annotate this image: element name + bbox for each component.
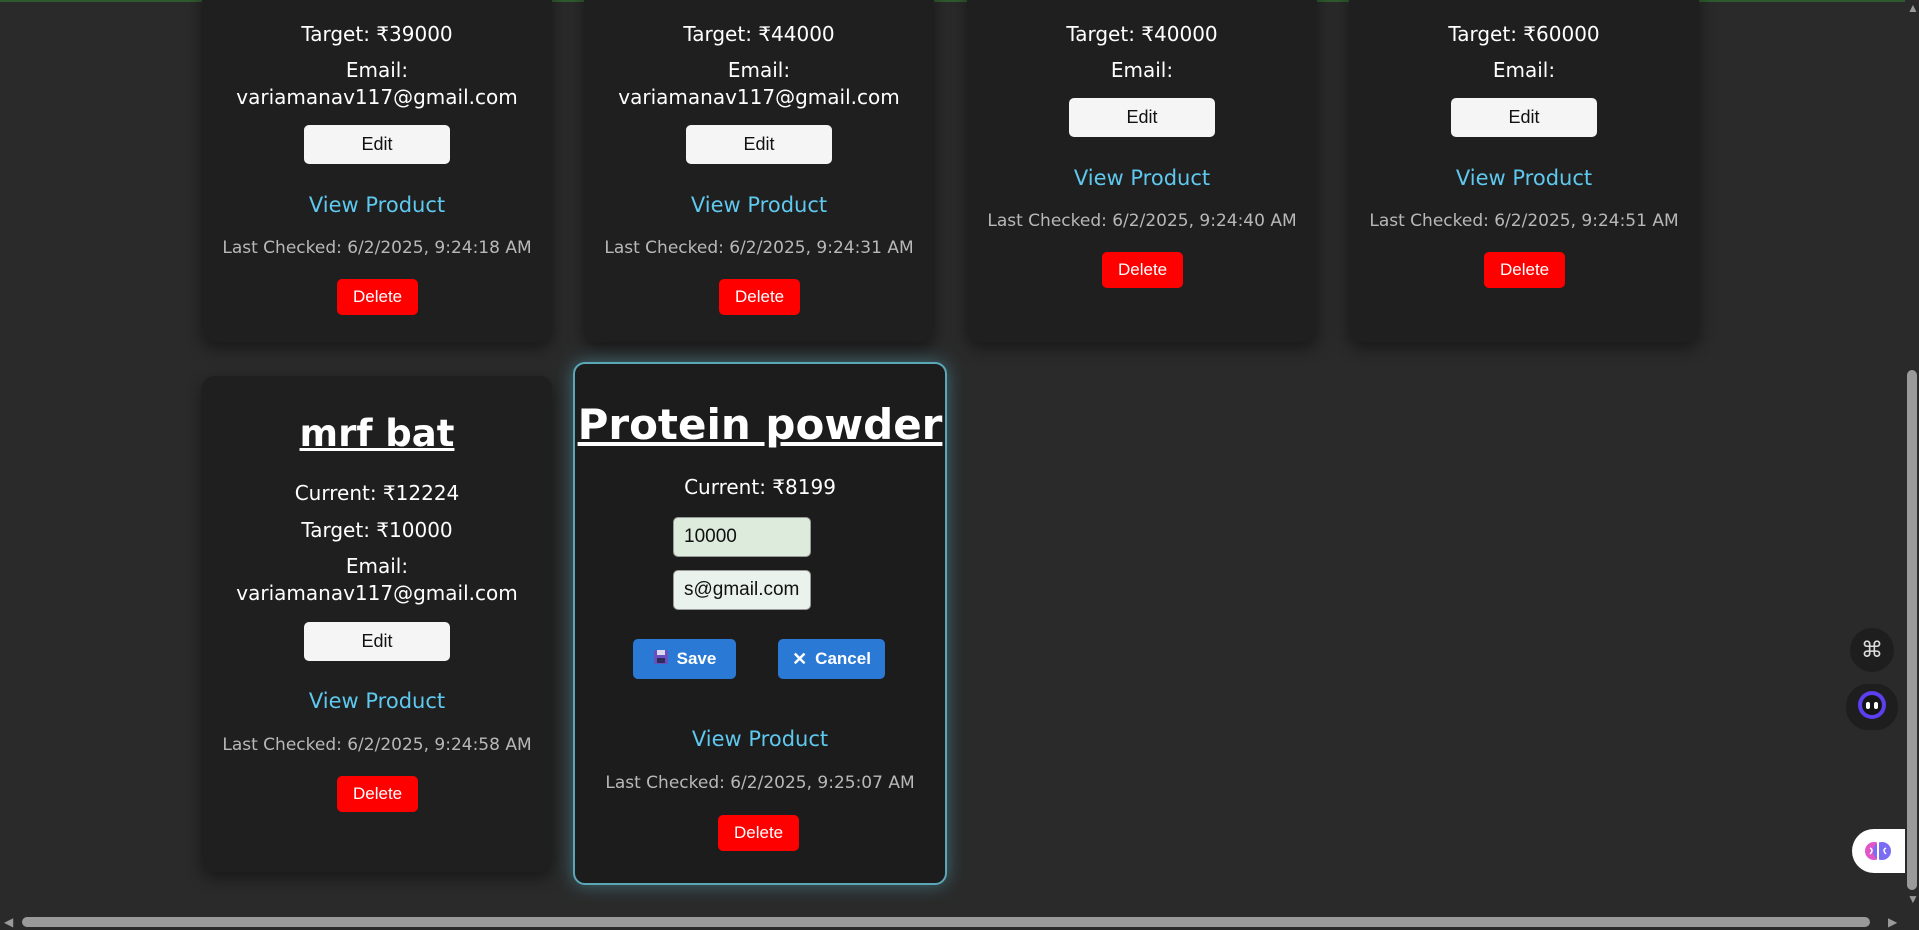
last-checked: Last Checked: 6/2/2025, 9:24:58 AM <box>222 735 532 755</box>
card-target: Target: ₹60000 <box>1448 22 1600 46</box>
delete-button[interactable]: Delete <box>1102 252 1184 288</box>
edit-button[interactable]: Edit <box>304 622 450 661</box>
last-checked: Last Checked: 6/2/2025, 9:24:40 AM <box>987 211 1297 231</box>
card-email-label: Email: <box>1110 58 1174 82</box>
assistant-face-icon <box>1856 689 1888 726</box>
card-current: Current: ₹8199 <box>684 475 836 499</box>
x-icon: ✕ <box>792 648 808 669</box>
card-target: Target: ₹10000 <box>301 518 453 542</box>
card-target: Target: ₹44000 <box>683 22 835 46</box>
card-email: variamanav117@gmail.com <box>236 581 518 605</box>
edit-button[interactable]: Edit <box>1451 98 1597 137</box>
edit-button[interactable]: Edit <box>1069 98 1215 137</box>
scroll-left-arrow[interactable]: ◀ <box>4 916 13 928</box>
card-email-label: Email: <box>1492 58 1556 82</box>
floppy-disk-icon <box>653 649 669 670</box>
product-card-3: Target: ₹40000 Email: Edit View Product … <box>967 0 1317 342</box>
card-email-label: Email: <box>727 58 791 82</box>
product-card-protein-powder: Protein powder Current: ₹8199 Save ✕ Can… <box>573 362 947 885</box>
view-product-link[interactable]: View Product <box>202 193 552 217</box>
brain-button[interactable] <box>1852 829 1905 873</box>
product-card-2: Target: ₹44000 Email: variamanav117@gmai… <box>584 0 934 342</box>
card-target: Target: ₹39000 <box>301 22 453 46</box>
product-card-mrf-bat: mrf bat Current: ₹12224 Target: ₹10000 E… <box>202 376 552 872</box>
view-product-link[interactable]: View Product <box>584 193 934 217</box>
save-label: Save <box>676 649 717 668</box>
view-product-link[interactable]: View Product <box>202 689 552 713</box>
cancel-label: Cancel <box>815 649 871 668</box>
target-price-input[interactable] <box>673 517 811 557</box>
assistant-button[interactable] <box>1846 684 1898 730</box>
delete-button[interactable]: Delete <box>718 815 800 851</box>
vertical-scrollbar-thumb[interactable] <box>1907 370 1917 890</box>
horizontal-scrollbar-thumb[interactable] <box>22 917 1870 927</box>
last-checked: Last Checked: 6/2/2025, 9:24:51 AM <box>1369 211 1679 231</box>
last-checked: Last Checked: 6/2/2025, 9:24:18 AM <box>222 238 532 258</box>
scroll-up-arrow[interactable]: ▲ <box>1907 2 1919 14</box>
view-product-link[interactable]: View Product <box>575 727 945 751</box>
last-checked: Last Checked: 6/2/2025, 9:24:31 AM <box>604 238 914 258</box>
product-card-1: Target: ₹39000 Email: variamanav117@gmai… <box>202 0 552 342</box>
product-title[interactable]: mrf bat <box>202 412 552 455</box>
card-target: Target: ₹40000 <box>1066 22 1218 46</box>
product-title[interactable]: Protein powder <box>575 400 945 449</box>
card-email-label: Email: <box>345 58 409 82</box>
command-button[interactable]: ⌘ <box>1850 628 1894 672</box>
brain-icon <box>1864 837 1892 870</box>
save-button[interactable]: Save <box>633 639 736 679</box>
product-card-4: Target: ₹60000 Email: Edit View Product … <box>1349 0 1699 342</box>
edit-button[interactable]: Edit <box>304 125 450 164</box>
delete-button[interactable]: Delete <box>1484 252 1566 288</box>
edit-button[interactable]: Edit <box>686 125 832 164</box>
card-email-label: Email: <box>345 554 409 578</box>
card-email: variamanav117@gmail.com <box>618 85 900 109</box>
view-product-link[interactable]: View Product <box>1349 166 1699 190</box>
delete-button[interactable]: Delete <box>337 776 419 812</box>
card-email: variamanav117@gmail.com <box>236 85 518 109</box>
scroll-right-arrow[interactable]: ▶ <box>1888 916 1897 928</box>
card-current: Current: ₹12224 <box>294 481 460 505</box>
scroll-down-arrow[interactable]: ▼ <box>1907 893 1919 905</box>
last-checked: Last Checked: 6/2/2025, 9:25:07 AM <box>605 773 915 793</box>
cancel-button[interactable]: ✕ Cancel <box>778 639 885 679</box>
delete-button[interactable]: Delete <box>719 279 801 315</box>
email-input[interactable] <box>673 570 811 610</box>
command-icon: ⌘ <box>1861 637 1883 663</box>
view-product-link[interactable]: View Product <box>967 166 1317 190</box>
delete-button[interactable]: Delete <box>337 279 419 315</box>
